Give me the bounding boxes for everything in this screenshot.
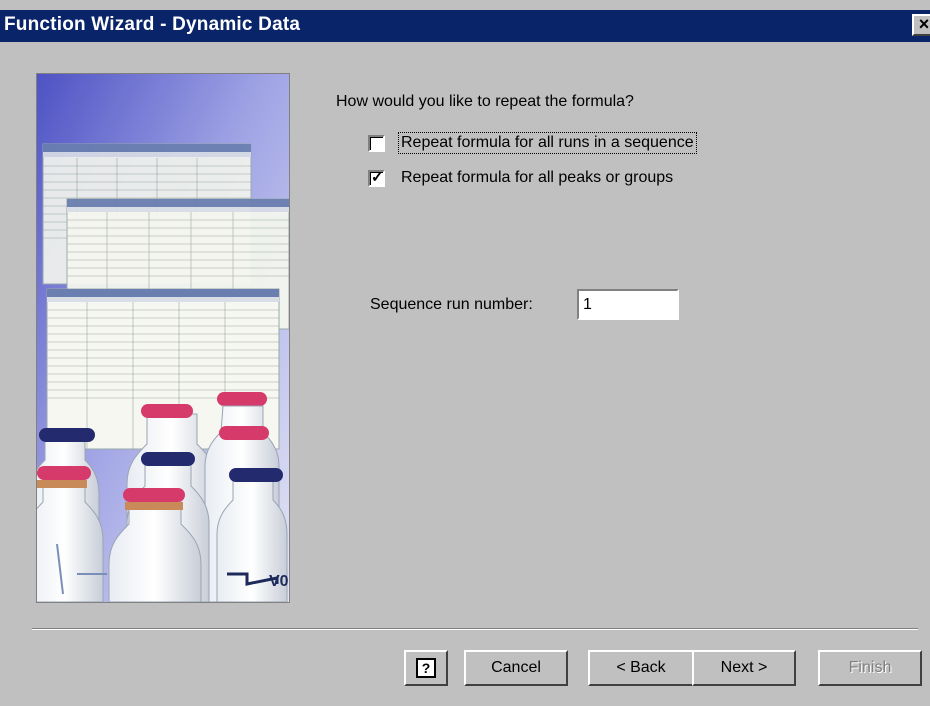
function-wizard-window: Function Wizard - Dynamic Data × V0 How … (0, 0, 930, 706)
checkmark-icon: ✓ (371, 168, 384, 186)
repeat-all-peaks-label[interactable]: Repeat formula for all peaks or groups (399, 168, 675, 188)
repeat-all-peaks-checkbox[interactable]: ✓ (368, 168, 385, 187)
help-button[interactable]: ? (404, 650, 448, 686)
cancel-button[interactable]: Cancel (464, 650, 568, 686)
close-icon: × (918, 14, 930, 34)
footer-separator (32, 628, 918, 630)
repeat-all-runs-checkbox[interactable] (368, 134, 385, 152)
svg-text:V0: V0 (269, 573, 289, 590)
repeat-all-runs-label[interactable]: Repeat formula for all runs in a sequenc… (398, 132, 697, 154)
window-title: Function Wizard - Dynamic Data (4, 14, 301, 35)
spreadsheets-and-vials-illustration-icon: V0 (37, 74, 289, 602)
sequence-run-number-input[interactable] (577, 289, 679, 320)
sequence-run-number-label: Sequence run number: (370, 296, 533, 313)
next-button[interactable]: Next > (692, 650, 796, 686)
option-repeat-all-runs[interactable]: Repeat formula for all runs in a sequenc… (368, 132, 697, 154)
option-repeat-all-peaks[interactable]: ✓ Repeat formula for all peaks or groups (368, 167, 675, 189)
back-button[interactable]: < Back (588, 650, 694, 686)
close-button[interactable]: × (912, 14, 930, 36)
wizard-illustration: V0 (36, 73, 290, 603)
repeat-question-label: How would you like to repeat the formula… (336, 93, 634, 110)
title-bar[interactable]: Function Wizard - Dynamic Data × (0, 10, 930, 42)
finish-button[interactable]: Finish (818, 650, 922, 686)
help-icon: ? (416, 658, 436, 678)
